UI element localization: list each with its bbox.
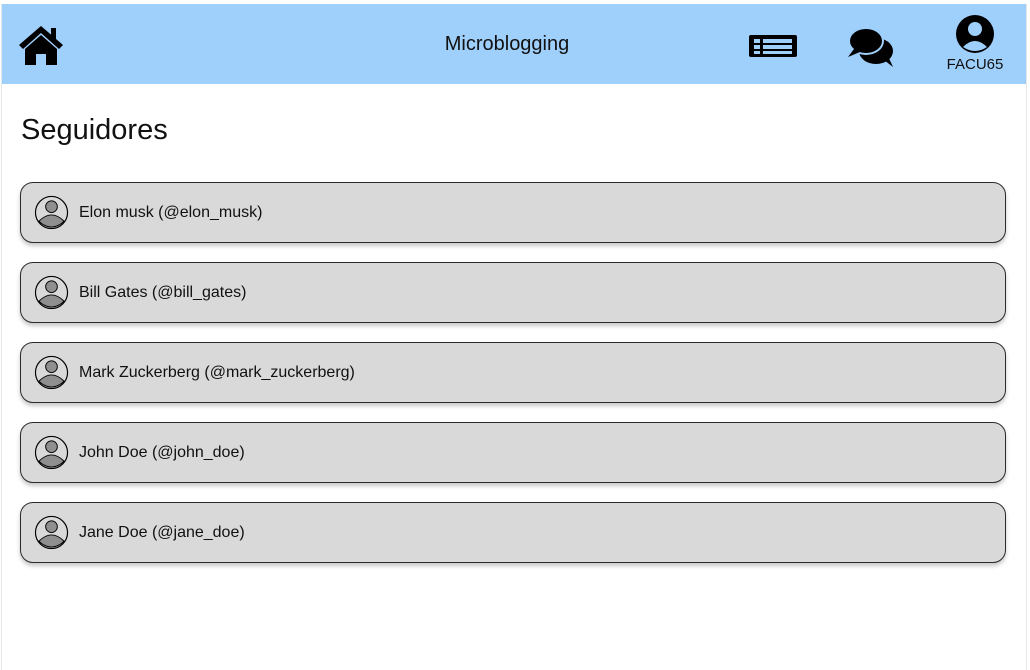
top-navigation-bar: Microblogging FACU65: [2, 4, 1026, 84]
follower-name: Elon musk (@elon_musk): [79, 204, 263, 221]
follower-name: John Doe (@john_doe): [79, 444, 245, 461]
follower-name: Jane Doe (@jane_doe): [79, 524, 245, 541]
username-label: FACU65: [946, 56, 1004, 73]
follower-item[interactable]: Mark Zuckerberg (@mark_zuckerberg): [20, 342, 1006, 403]
follower-name: Bill Gates (@bill_gates): [79, 284, 247, 301]
feed-button[interactable]: [748, 32, 798, 60]
avatar-icon: [34, 355, 69, 390]
avatar-icon: [34, 195, 69, 230]
avatar-icon: [34, 515, 69, 550]
follower-item[interactable]: Jane Doe (@jane_doe): [20, 502, 1006, 563]
home-button[interactable]: [18, 24, 64, 66]
follower-item[interactable]: John Doe (@john_doe): [20, 422, 1006, 483]
page-title: Seguidores: [21, 114, 168, 146]
user-profile-button[interactable]: FACU65: [938, 14, 1012, 78]
follower-item[interactable]: Bill Gates (@bill_gates): [20, 262, 1006, 323]
follower-name: Mark Zuckerberg (@mark_zuckerberg): [79, 364, 355, 381]
user-circle-icon: [956, 15, 994, 53]
followers-list: Elon musk (@elon_musk) Bill Gates (@bill…: [20, 182, 1006, 582]
follower-item[interactable]: Elon musk (@elon_musk): [20, 182, 1006, 243]
chat-icon: [848, 27, 893, 67]
avatar-icon: [34, 435, 69, 470]
chat-button[interactable]: [846, 24, 896, 68]
avatar-icon: [34, 275, 69, 310]
home-icon: [19, 26, 63, 65]
feed-icon: [749, 35, 797, 57]
